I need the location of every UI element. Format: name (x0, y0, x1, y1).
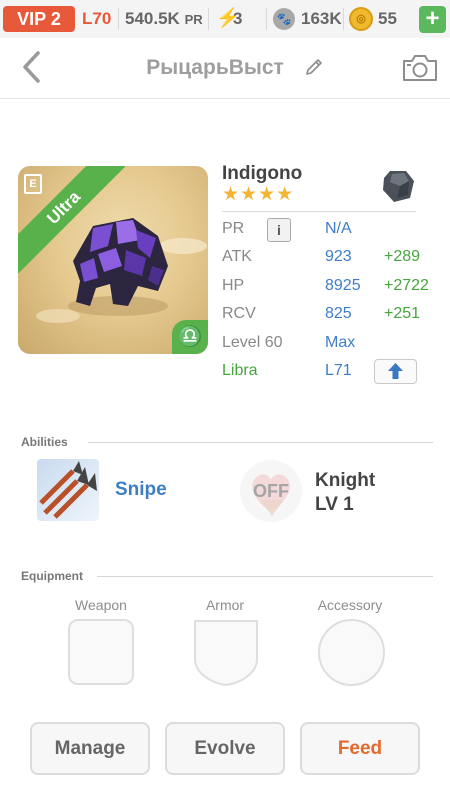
stat-label: Level 60 (222, 334, 283, 351)
paw-icon: 🐾 (273, 8, 295, 30)
stat-label: HP (222, 277, 245, 294)
accessory-label: Accessory (317, 597, 383, 613)
coin-icon: ◎ (349, 7, 373, 31)
stat-value: 825 (325, 305, 352, 322)
energy-count: 3 (233, 9, 243, 28)
divider (343, 8, 344, 30)
feed-button[interactable]: Feed (300, 722, 420, 775)
equipment-heading: Equipment (21, 569, 83, 583)
back-arrow-icon[interactable] (18, 50, 46, 84)
stat-bonus: +251 (384, 305, 421, 322)
coin-count: 55 (378, 9, 397, 28)
stat-label: ATK (222, 248, 252, 265)
zodiac-level: L71 (325, 362, 352, 379)
pet-name: Indigono (222, 163, 303, 184)
ability-level: LV 1 (315, 494, 354, 515)
stat-row-rcv: RCV 825 +251 (222, 300, 437, 328)
weapon-slot[interactable] (68, 619, 134, 685)
stat-value: N/A (325, 220, 352, 237)
edit-pencil-icon[interactable] (304, 57, 324, 77)
stat-row-level: Level 60 Max (222, 329, 437, 357)
vip-badge[interactable]: VIP 2 (3, 6, 75, 32)
accessory-slot[interactable] (318, 619, 385, 686)
stat-value: 923 (325, 248, 352, 265)
stat-row-atk: ATK 923 +289 (222, 243, 437, 271)
stat-bonus: +2722 (384, 277, 429, 294)
libra-zodiac-icon: ♎ (172, 320, 208, 354)
stat-value: 8925 (325, 277, 361, 294)
manage-button[interactable]: Manage (30, 722, 150, 775)
stat-value: Max (325, 334, 356, 351)
divider (266, 8, 267, 30)
zodiac-label: Libra (222, 362, 258, 379)
stat-label: PR (222, 220, 245, 237)
player-power-rating: 540.5K PR (125, 8, 203, 31)
info-button[interactable]: i (267, 218, 291, 242)
paw-count: 163K (301, 9, 342, 28)
ability-name-knight[interactable]: Knight (315, 470, 375, 492)
stat-bonus: +289 (384, 248, 421, 265)
player-level: L70 (82, 9, 112, 28)
page-title: РыцарьВыст (146, 56, 284, 79)
section-divider (88, 442, 433, 443)
stone-element-icon (383, 171, 414, 202)
divider (118, 8, 119, 30)
ability-name-snipe[interactable]: Snipe (115, 478, 167, 502)
zodiac-upgrade-button[interactable] (374, 359, 417, 384)
pet-portrait[interactable]: Ultra E ♎ (18, 166, 208, 354)
armor-label: Armor (205, 597, 245, 613)
stat-row-pr: PR i N/A (222, 215, 437, 243)
arrows-icon[interactable] (37, 459, 99, 521)
abilities-heading: Abilities (21, 435, 68, 449)
ability-off-label: OFF (253, 481, 289, 501)
snipe-arrows-image (39, 461, 97, 519)
divider (208, 8, 209, 30)
evolve-button[interactable]: Evolve (165, 722, 285, 775)
add-currency-button[interactable]: + (419, 6, 446, 33)
camera-icon[interactable] (402, 54, 438, 82)
armor-slot[interactable] (193, 619, 259, 687)
pet-star-rating: ★★★★ (222, 184, 295, 205)
weapon-label: Weapon (75, 597, 127, 613)
pr-unit: PR (184, 12, 203, 27)
section-divider (97, 576, 433, 577)
stat-row-hp: HP 8925 +2722 (222, 272, 437, 300)
pr-value: 540.5K (125, 9, 180, 28)
stat-label: RCV (222, 305, 256, 322)
up-arrow-icon (388, 363, 403, 379)
stat-row-zodiac: Libra L71 (222, 357, 437, 385)
stats-divider (222, 211, 416, 212)
evolve-badge-icon: E (24, 174, 42, 194)
